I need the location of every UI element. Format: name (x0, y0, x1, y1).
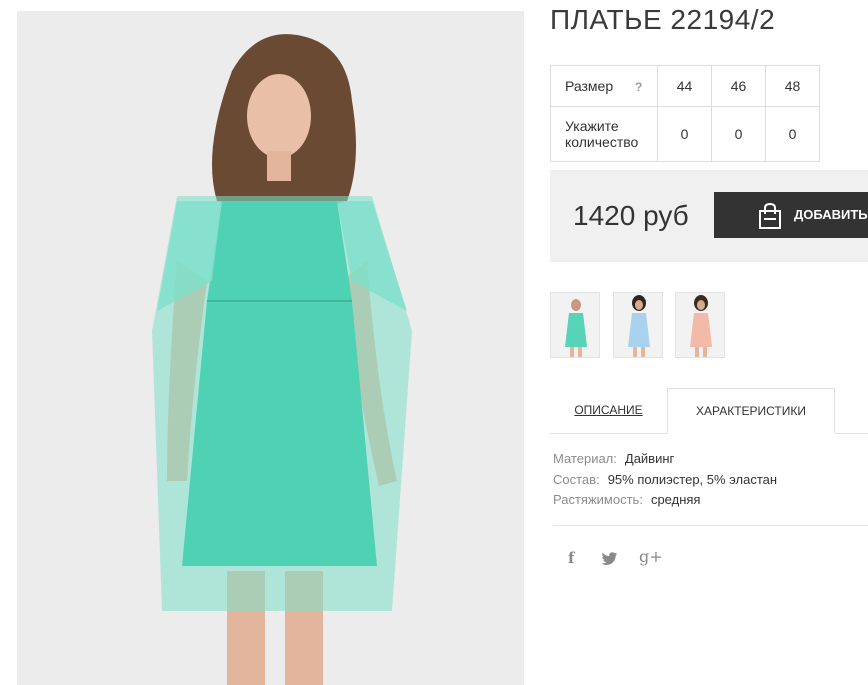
tab-description[interactable]: ОПИСАНИЕ (550, 388, 667, 434)
product-price: 1420 руб (573, 200, 689, 231)
thumb-mint-dress[interactable] (550, 292, 600, 358)
quantity-label-line2: количество (565, 134, 639, 150)
char-row-composition: Состав: 95% полиэстер, 5% эластан (553, 472, 777, 493)
quantity-input-46[interactable]: 0 (711, 106, 766, 162)
add-to-cart-label: ДОБАВИТЬ В КОРЗИНУ (794, 207, 868, 222)
thumb-blue-image (614, 293, 662, 357)
char-value: 95% полиэстер, 5% эластан (607, 471, 778, 487)
characteristics-list: Материал: Дайвинг Состав: 95% полиэстер, 5… (553, 451, 777, 513)
thumb-blue-dress[interactable] (613, 292, 663, 358)
size-44: 44 (657, 65, 712, 107)
char-value: Дайвинг (624, 451, 675, 466)
size-quantity-table: Размер ? 44 46 48 Укажите количество 0 0… (550, 65, 820, 162)
quantity-row: Укажите количество 0 0 0 (550, 106, 820, 162)
tab-characteristics[interactable]: ХАРАКТЕРИСТИКИ (667, 388, 835, 433)
char-key: Состав: (553, 471, 600, 487)
product-title: ПЛАТЬЕ 22194/2 (550, 4, 776, 35)
size-label: Размер (565, 78, 614, 94)
char-key: Материал: (553, 451, 617, 466)
thumb-mint-image (551, 293, 599, 357)
add-to-cart-button[interactable]: ДОБАВИТЬ В КОРЗИНУ (714, 192, 868, 238)
char-row-stretch: Растяжимость: средняя (553, 492, 777, 513)
char-key: Растяжимость: (553, 492, 643, 507)
main-product-photo[interactable] (17, 11, 524, 685)
char-value: средняя (650, 492, 701, 507)
quantity-input-48[interactable]: 0 (765, 106, 820, 162)
product-tabs: ОПИСАНИЕ ХАРАКТЕРИСТИКИ (550, 388, 868, 434)
product-page: ПЛАТЬЕ 22194/2 Размер ? 44 46 48 Укажите… (0, 0, 868, 685)
thumb-pink-image (676, 293, 724, 357)
twitter-icon[interactable] (601, 552, 618, 566)
facebook-icon[interactable]: f (568, 549, 574, 567)
size-row: Размер ? 44 46 48 (550, 65, 820, 107)
size-46: 46 (711, 65, 766, 107)
price-box: 1420 руб ДОБАВИТЬ В КОРЗИНУ (550, 170, 868, 262)
help-icon[interactable]: ? (635, 80, 642, 94)
quantity-label-line1: Укажите (565, 118, 619, 134)
size-label-cell: Размер ? (550, 65, 658, 107)
dress-model-illustration (17, 11, 524, 685)
char-row-material: Материал: Дайвинг (553, 451, 777, 472)
divider (553, 525, 868, 526)
quantity-label-cell: Укажите количество (550, 106, 658, 162)
size-48: 48 (765, 65, 820, 107)
shopping-bag-icon (759, 202, 781, 229)
thumb-pink-dress[interactable] (675, 292, 725, 358)
quantity-input-44[interactable]: 0 (657, 106, 712, 162)
tabs-underline (835, 388, 868, 434)
google-plus-icon[interactable]: g+ (639, 547, 663, 566)
